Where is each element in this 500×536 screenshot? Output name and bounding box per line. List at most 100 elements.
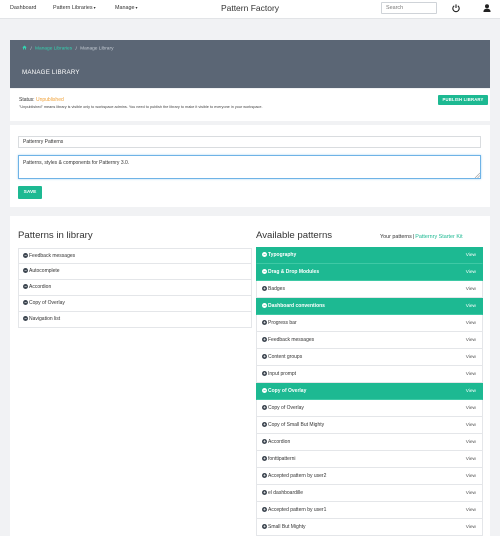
library-description-field[interactable]: Patterns, styles & components for Patter… [18,155,481,179]
available-pattern-item[interactable]: + Content groups View [256,349,483,366]
library-pattern-item[interactable]: − Copy of Overlay [18,296,252,312]
view-link[interactable]: View [466,519,476,536]
view-link[interactable]: View [466,468,476,485]
minus-circle-icon[interactable]: − [262,303,267,309]
plus-circle-icon[interactable]: + [262,371,267,377]
list-item-label: Dashboard conventions [268,303,325,309]
plus-circle-icon[interactable]: + [262,405,267,411]
plus-circle-icon[interactable]: + [262,473,267,479]
list-item-label: Copy of Overlay [29,300,65,306]
view-link[interactable]: View [466,247,476,264]
view-link[interactable]: View [466,315,476,332]
available-pattern-item[interactable]: + Input prompt View [256,366,483,383]
list-item-label: Copy of Overlay [268,405,304,411]
available-pattern-item[interactable]: − Dashboard conventions View [256,298,483,315]
minus-circle-icon[interactable]: − [23,316,28,322]
plus-circle-icon[interactable]: + [262,337,267,343]
library-pattern-item[interactable]: − Accordion [18,280,252,296]
plus-circle-icon[interactable]: + [262,524,267,530]
nav-pattern-libraries[interactable]: Pattern Libraries▾ [53,5,96,11]
home-icon[interactable] [22,45,27,50]
library-pattern-item[interactable]: − Autocomplete [18,264,252,280]
page-header: / Manage Libraries / Manage Library MANA… [10,40,490,88]
list-item-label: Input prompt [268,371,297,377]
available-pattern-item[interactable]: + fonttipatterni View [256,451,483,468]
list-item-label: Accordion [29,284,52,290]
app-title[interactable]: Pattern Factory [221,3,279,13]
library-name-field[interactable] [18,136,481,148]
list-item-label: Accepted pattern by user1 [268,507,327,513]
search-input[interactable] [381,2,437,14]
library-patterns-title: Patterns in library [18,230,93,241]
save-button[interactable]: SAVE [18,186,42,199]
list-item-label: Typography [268,252,297,258]
resize-handle-icon[interactable] [474,172,480,178]
available-patterns-title: Available patterns [256,230,333,241]
view-link[interactable]: View [466,332,476,349]
top-navbar: Dashboard Pattern Libraries▾ Manage▾ Pat… [0,0,500,19]
library-pattern-item[interactable]: − Navigation list [18,312,252,328]
view-link[interactable]: View [466,264,476,281]
nav-pattern-libraries-label: Pattern Libraries [53,5,93,11]
available-pattern-item[interactable]: + Accordion View [256,434,483,451]
chevron-down-icon: ▾ [135,5,138,10]
library-pattern-item[interactable]: − Feedback messages [18,248,252,264]
publish-library-button[interactable]: PUBLISH LIBRARY [438,95,488,105]
view-link[interactable]: View [466,485,476,502]
available-pattern-item[interactable]: − Typography View [256,247,483,264]
plus-circle-icon[interactable]: + [262,422,267,428]
user-icon[interactable] [482,3,492,13]
starter-kit-link[interactable]: Patternry Starter Kit [415,234,462,240]
minus-circle-icon[interactable]: − [262,252,267,258]
view-link[interactable]: View [466,502,476,519]
view-link[interactable]: View [466,400,476,417]
minus-circle-icon[interactable]: − [23,284,28,290]
available-pattern-item[interactable]: + Accepted pattern by user2 View [256,468,483,485]
list-item-label: Copy of Overlay [268,388,307,394]
available-pattern-item[interactable]: + Small But Mighty View [256,519,483,536]
minus-circle-icon[interactable]: − [23,300,28,306]
available-pattern-item[interactable]: − Drag & Drop Modules View [256,264,483,281]
list-item-label: el dashboardille [268,490,304,496]
available-pattern-item[interactable]: + Feedback messages View [256,332,483,349]
view-link[interactable]: View [466,417,476,434]
available-pattern-item[interactable]: + Progress bar View [256,315,483,332]
your-patterns-link[interactable]: Your patterns [380,234,412,240]
nav-dashboard[interactable]: Dashboard [10,5,36,11]
plus-circle-icon[interactable]: + [262,439,267,445]
breadcrumb-separator: / [30,46,32,52]
minus-circle-icon[interactable]: − [23,268,28,274]
plus-circle-icon[interactable]: + [262,490,267,496]
status-badge: Unpublished [35,97,64,103]
plus-circle-icon[interactable]: + [262,320,267,326]
minus-circle-icon[interactable]: − [23,253,28,259]
view-link[interactable]: View [466,366,476,383]
plus-circle-icon[interactable]: + [262,286,267,292]
view-link[interactable]: View [466,383,476,400]
available-pattern-item[interactable]: + Copy of Small But Mighty View [256,417,483,434]
minus-circle-icon[interactable]: − [262,269,267,275]
minus-circle-icon[interactable]: − [262,388,267,394]
patterns-panel: Patterns in library − Feedback messages −… [10,216,490,536]
plus-circle-icon[interactable]: + [262,507,267,513]
power-icon[interactable] [451,3,461,13]
view-link[interactable]: View [466,298,476,315]
list-item-label: Copy of Small But Mighty [268,422,325,428]
available-pattern-item[interactable]: + Badges View [256,281,483,298]
view-link[interactable]: View [466,281,476,298]
nav-manage[interactable]: Manage▾ [115,5,138,11]
breadcrumb-manage-libraries[interactable]: Manage Libraries [35,47,72,52]
view-link[interactable]: View [466,451,476,468]
available-pattern-item[interactable]: − Copy of Overlay View [256,383,483,400]
available-pattern-item[interactable]: + Accepted pattern by user1 View [256,502,483,519]
view-link[interactable]: View [466,349,476,366]
plus-circle-icon[interactable]: + [262,456,267,462]
view-link[interactable]: View [466,434,476,451]
plus-circle-icon[interactable]: + [262,354,267,360]
list-item-label: Drag & Drop Modules [268,269,320,275]
available-pattern-item[interactable]: + Copy of Overlay View [256,400,483,417]
available-pattern-item[interactable]: + el dashboardille View [256,485,483,502]
library-form: Patterns, styles & components for Patter… [10,125,490,207]
chevron-down-icon: ▾ [93,5,96,10]
pattern-source-links: Your patterns|Patternry Starter Kit [380,234,463,240]
